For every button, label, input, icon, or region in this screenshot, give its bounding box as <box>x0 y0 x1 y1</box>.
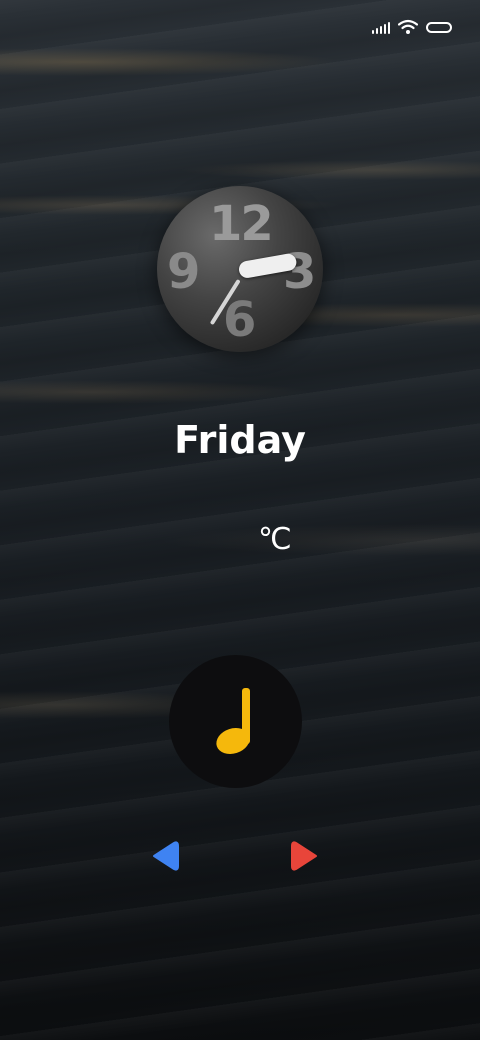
clock-numeral-9: 9 <box>167 244 200 300</box>
wifi-icon <box>398 19 418 34</box>
left-triangle-icon[interactable] <box>150 838 180 874</box>
analog-clock-widget[interactable]: 12 3 6 9 <box>157 186 323 352</box>
lock-screen: 12 3 6 9 Friday ℃ <box>0 0 480 1040</box>
day-of-week: Friday <box>174 418 306 462</box>
clock-numeral-12: 12 <box>209 196 274 252</box>
music-note-icon <box>216 688 250 754</box>
right-triangle-icon[interactable] <box>290 838 320 874</box>
temperature-readout: ℃ <box>258 522 292 557</box>
status-bar <box>372 16 452 38</box>
clock-numeral-6: 6 <box>223 292 256 348</box>
battery-icon <box>426 21 452 33</box>
music-player-button[interactable] <box>169 655 302 788</box>
cell-signal-icon <box>372 20 390 34</box>
